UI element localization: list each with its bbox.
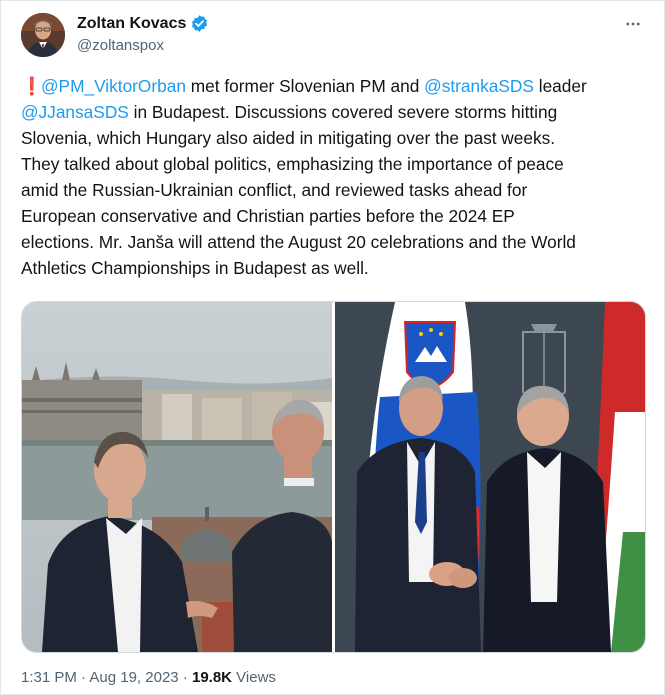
tweet-line: They talked about global politics, empha… bbox=[21, 154, 564, 174]
mention-jjansasds[interactable]: @JJansaSDS bbox=[21, 102, 129, 122]
exclamation-icon: ❗ bbox=[21, 76, 43, 96]
meta-separator: · bbox=[76, 669, 90, 686]
tweet-line: elections. Mr. Janša will attend the Aug… bbox=[21, 232, 576, 252]
photo-handshake[interactable] bbox=[335, 302, 645, 652]
tweet-line: amid the Russian-Ukrainian conflict, and… bbox=[21, 180, 528, 200]
tweet-time[interactable]: 1:31 PM bbox=[21, 669, 77, 686]
text-segment: in Budapest. Discussions covered severe … bbox=[128, 102, 558, 122]
text-segment: leader bbox=[533, 76, 587, 96]
tweet-text: ❗@PM_ViktorOrban met former Slovenian PM… bbox=[21, 73, 649, 281]
meta-separator: · bbox=[178, 669, 192, 686]
photo-balcony[interactable] bbox=[22, 302, 332, 652]
more-horizontal-icon[interactable] bbox=[622, 13, 644, 35]
verified-badge-icon[interactable] bbox=[190, 14, 209, 33]
views-label: Views bbox=[232, 669, 276, 686]
tweet-date[interactable]: Aug 19, 2023 bbox=[89, 669, 178, 686]
tweet-line: European conservative and Christian part… bbox=[21, 206, 515, 226]
views-count[interactable]: 19.8K bbox=[192, 669, 232, 686]
user-handle[interactable]: @zoltanspox bbox=[77, 37, 164, 54]
tweet-line: ❗@PM_ViktorOrban met former Slovenian PM… bbox=[21, 73, 649, 99]
avatar[interactable] bbox=[21, 13, 65, 57]
mention-strankasds[interactable]: @strankaSDS bbox=[424, 76, 534, 96]
tweet-line: Athletics Championships in Budapest as w… bbox=[21, 258, 369, 278]
name-row: Zoltan Kovacs bbox=[77, 14, 209, 33]
media-grid bbox=[21, 301, 646, 653]
tweet-card: Zoltan Kovacs @zoltanspox ❗@PM_ViktorOrb… bbox=[0, 0, 665, 695]
tweet-line: Slovenia, which Hungary also aided in mi… bbox=[21, 128, 556, 148]
display-name[interactable]: Zoltan Kovacs bbox=[77, 15, 186, 33]
mention-pm-viktororban[interactable]: @PM_ViktorOrban bbox=[41, 76, 186, 96]
tweet-line: @JJansaSDS in Budapest. Discussions cove… bbox=[21, 99, 649, 125]
tweet-meta: 1:31 PM · Aug 19, 2023 · 19.8K Views bbox=[21, 669, 276, 686]
tweet-header: Zoltan Kovacs @zoltanspox bbox=[21, 13, 646, 61]
text-segment: met former Slovenian PM and bbox=[185, 76, 425, 96]
